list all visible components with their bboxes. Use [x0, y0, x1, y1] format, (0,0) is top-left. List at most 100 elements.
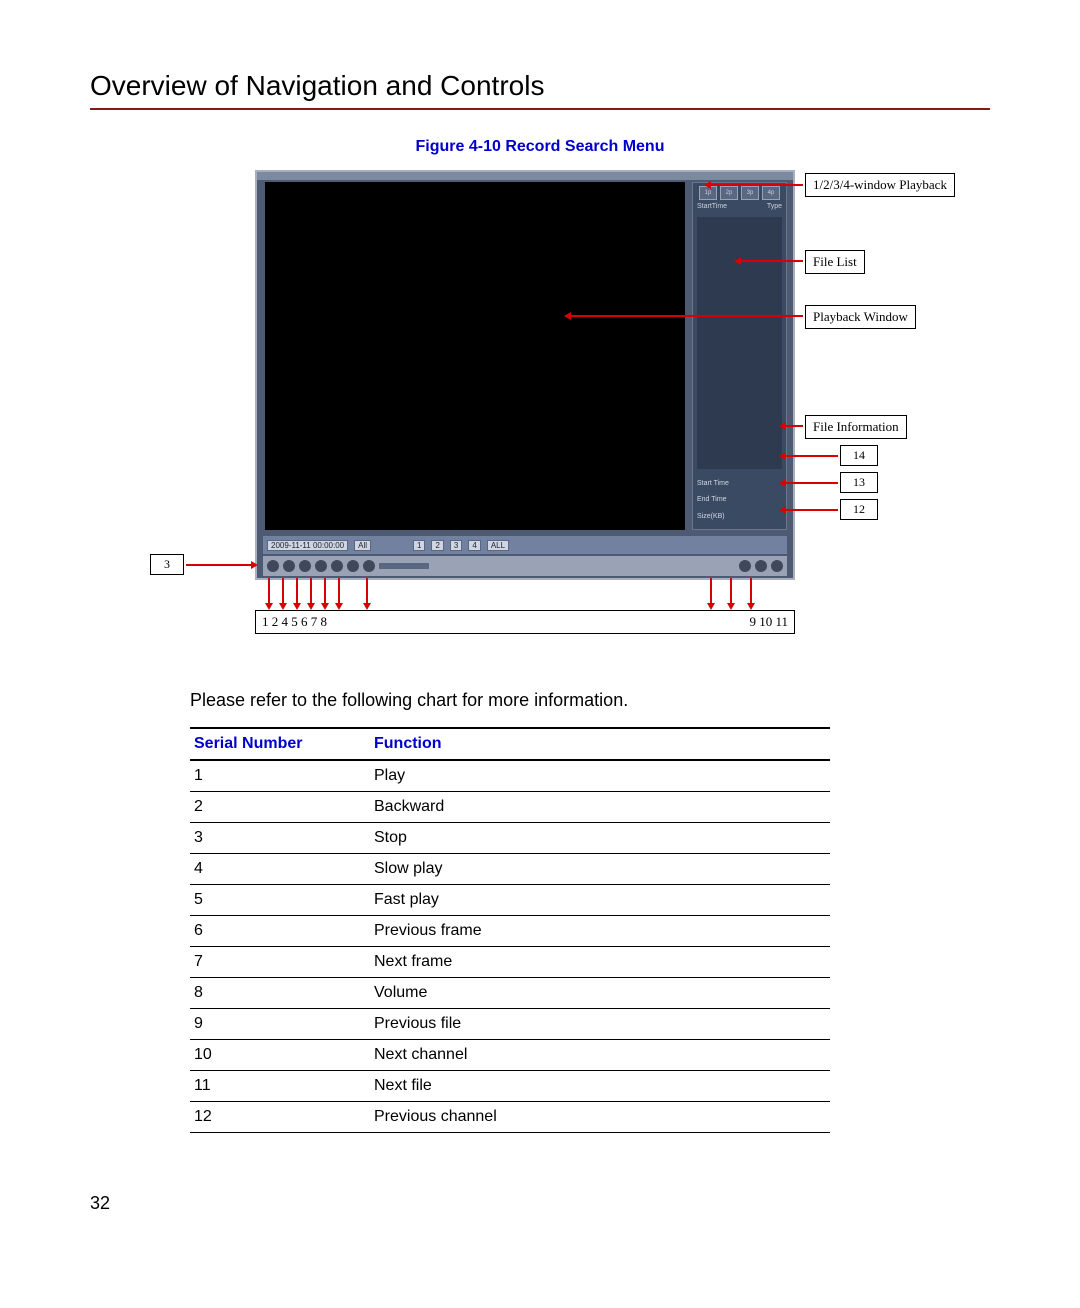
col-starttime: StartTime — [697, 203, 727, 215]
cell-n: 12 — [190, 1102, 370, 1133]
cell-f: Previous channel — [370, 1102, 830, 1133]
arrow-file-list — [740, 260, 803, 262]
info-start-label: Start Time — [697, 480, 729, 487]
cell-n: 5 — [190, 885, 370, 916]
cell-n: 7 — [190, 947, 370, 978]
section-underline — [90, 108, 990, 110]
cell-n: 8 — [190, 978, 370, 1009]
cell-f: Fast play — [370, 885, 830, 916]
filter-4[interactable]: 4 — [468, 540, 480, 551]
info-end-label: End Time — [697, 496, 727, 503]
arrow-playback-windows — [710, 184, 803, 186]
status-timestamp: 2009-11-11 00:00:00 — [267, 540, 348, 551]
arrow-10 — [730, 578, 732, 604]
arrow-1 — [268, 578, 270, 604]
table-row: 2Backward — [190, 792, 830, 823]
arrow-6 — [324, 578, 326, 604]
table-row: 8Volume — [190, 978, 830, 1009]
cell-n: 6 — [190, 916, 370, 947]
fast-play-button[interactable] — [331, 560, 343, 572]
page-number: 32 — [90, 1193, 990, 1214]
table-row: 1Play — [190, 760, 830, 792]
prev-file-button[interactable] — [739, 560, 751, 572]
callout-13: 13 — [840, 472, 878, 493]
callout-14: 14 — [840, 445, 878, 466]
window-layout-buttons[interactable]: 1p 2p 3p 4p — [699, 186, 780, 200]
file-list-body[interactable] — [697, 217, 782, 469]
table-row: 9Previous file — [190, 1009, 830, 1040]
cell-n: 2 — [190, 792, 370, 823]
arrow-14 — [785, 455, 838, 457]
file-list-header: StartTime Type — [697, 203, 782, 215]
section-title: Overview of Navigation and Controls — [90, 70, 990, 102]
playback-area — [265, 182, 685, 530]
chart-intro-text: Please refer to the following chart for … — [190, 690, 990, 711]
file-info-panel: Start Time End Time Size(KB) — [697, 475, 782, 525]
cell-n: 11 — [190, 1071, 370, 1102]
backward-button[interactable] — [283, 560, 295, 572]
filter-3[interactable]: 3 — [450, 540, 462, 551]
arrow-playback-window — [570, 315, 803, 317]
cell-f: Next file — [370, 1071, 830, 1102]
cell-n: 10 — [190, 1040, 370, 1071]
status-bar: 2009-11-11 00:00:00 All 1 2 3 4 ALL — [263, 536, 787, 554]
cell-n: 9 — [190, 1009, 370, 1040]
cell-f: Next channel — [370, 1040, 830, 1071]
cell-f: Stop — [370, 823, 830, 854]
filter-2[interactable]: 2 — [431, 540, 443, 551]
table-row: 12Previous channel — [190, 1102, 830, 1133]
layout-4p-button[interactable]: 4p — [762, 186, 780, 200]
bottom-number-row: 1 2 4 5 6 7 8 9 10 11 — [255, 610, 795, 634]
layout-3p-button[interactable]: 3p — [741, 186, 759, 200]
next-frame-button[interactable] — [363, 560, 375, 572]
arrow-13 — [785, 482, 838, 484]
callout-3: 3 — [150, 554, 184, 575]
cell-n: 4 — [190, 854, 370, 885]
stop-button[interactable] — [299, 560, 311, 572]
layout-2p-button[interactable]: 2p — [720, 186, 738, 200]
table-row: 7Next frame — [190, 947, 830, 978]
arrow-2 — [282, 578, 284, 604]
function-table: Serial Number Function 1Play 2Backward 3… — [190, 727, 830, 1133]
callout-file-list: File List — [805, 250, 865, 274]
arrow-file-info — [785, 425, 803, 427]
cell-f: Previous frame — [370, 916, 830, 947]
col-serial-header: Serial Number — [190, 728, 370, 760]
bottom-numbers-right: 9 10 11 — [749, 614, 788, 630]
arrow-4 — [296, 578, 298, 604]
player-window: 1p 2p 3p 4p StartTime Type Start Time En… — [255, 170, 795, 580]
cell-n: 1 — [190, 760, 370, 792]
cell-f: Play — [370, 760, 830, 792]
cell-f: Previous file — [370, 1009, 830, 1040]
filter-1[interactable]: 1 — [413, 540, 425, 551]
status-all[interactable]: All — [354, 540, 371, 551]
next-channel-button[interactable] — [755, 560, 767, 572]
table-row: 3Stop — [190, 823, 830, 854]
col-function-header: Function — [370, 728, 830, 760]
volume-slider[interactable] — [379, 563, 429, 569]
callout-playback-windows: 1/2/3/4-window Playback — [805, 173, 955, 197]
prev-frame-button[interactable] — [347, 560, 359, 572]
arrow-3 — [186, 564, 252, 566]
cell-f: Next frame — [370, 947, 830, 978]
slow-play-button[interactable] — [315, 560, 327, 572]
cell-f: Backward — [370, 792, 830, 823]
filter-all[interactable]: ALL — [487, 540, 509, 551]
arrow-7 — [338, 578, 340, 604]
next-file-button[interactable] — [771, 560, 783, 572]
play-button[interactable] — [267, 560, 279, 572]
arrow-5 — [310, 578, 312, 604]
control-bar — [263, 556, 787, 576]
info-size-label: Size(KB) — [697, 513, 725, 520]
bottom-numbers-left: 1 2 4 5 6 7 8 — [262, 614, 327, 630]
callout-playback-window: Playback Window — [805, 305, 916, 329]
arrow-12 — [785, 509, 838, 511]
cell-f: Slow play — [370, 854, 830, 885]
table-row: 11Next file — [190, 1071, 830, 1102]
col-type: Type — [767, 203, 782, 215]
callout-12: 12 — [840, 499, 878, 520]
cell-f: Volume — [370, 978, 830, 1009]
figure-diagram: 1p 2p 3p 4p StartTime Type Start Time En… — [150, 170, 930, 670]
table-row: 10Next channel — [190, 1040, 830, 1071]
arrow-9 — [710, 578, 712, 604]
